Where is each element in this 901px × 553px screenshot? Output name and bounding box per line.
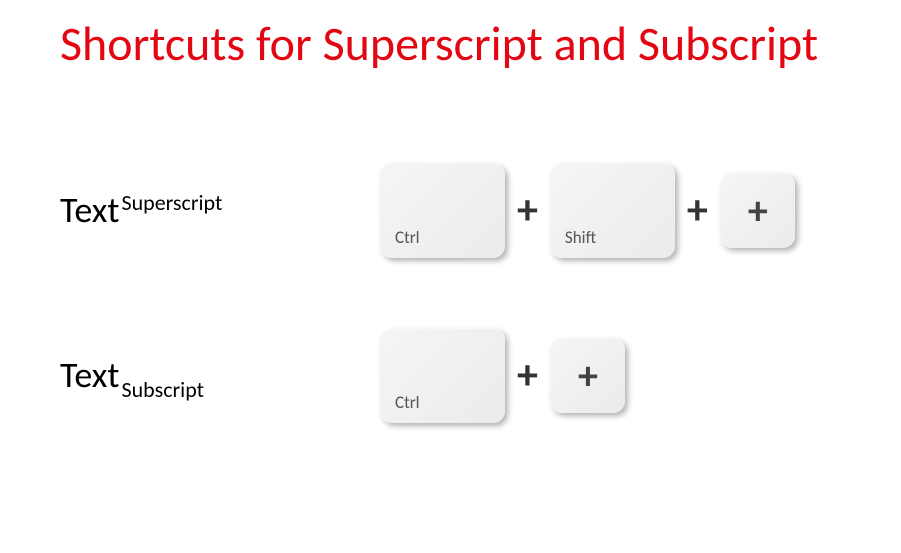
plus-separator: + [685, 185, 710, 236]
label-superscript-text: Superscript [121, 189, 222, 216]
plus-separator: + [515, 350, 540, 401]
key-ctrl: Ctrl [380, 163, 505, 258]
label-subscript: Text Subscript [60, 353, 380, 397]
shortcut-row-subscript: Text Subscript Ctrl + + [60, 328, 841, 423]
shortcut-row-superscript: Text Superscript Ctrl + Shift + + [60, 163, 841, 258]
key-ctrl-label: Ctrl [395, 392, 420, 413]
key-plus-glyph: + [748, 191, 768, 231]
key-shift-label: Shift [565, 227, 596, 248]
label-base-text: Text [60, 188, 119, 232]
key-ctrl: Ctrl [380, 328, 505, 423]
key-shift: Shift [550, 163, 675, 258]
page-title: Shortcuts for Superscript and Subscript [60, 15, 841, 73]
label-subscript-text: Subscript [121, 376, 204, 403]
key-ctrl-label: Ctrl [395, 227, 420, 248]
key-plus: + [550, 338, 625, 413]
keys-superscript: Ctrl + Shift + + [380, 163, 795, 258]
label-superscript: Text Superscript [60, 188, 380, 232]
keys-subscript: Ctrl + + [380, 328, 625, 423]
label-base-text: Text [60, 353, 119, 397]
key-plus-glyph: + [578, 356, 598, 396]
plus-separator: + [515, 185, 540, 236]
key-plus: + [720, 173, 795, 248]
